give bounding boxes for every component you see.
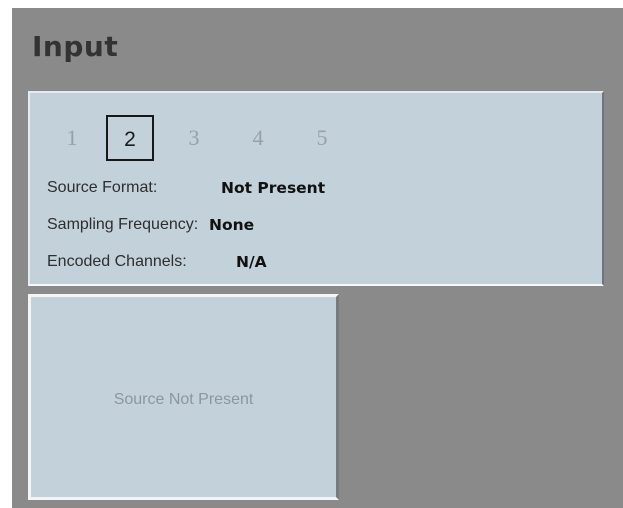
source-preview: Source Not Present — [28, 294, 339, 500]
source-format-label: Source Format: — [47, 179, 158, 196]
sampling-frequency-value: None — [209, 216, 255, 234]
input-window: Input 1 2 3 4 5 Source Format: Not Prese… — [12, 8, 623, 508]
page-title: Input — [32, 30, 119, 63]
tab-input-4[interactable]: 4 — [234, 115, 282, 161]
source-format-row: Source Format: Not Present — [47, 179, 325, 197]
sampling-frequency-label: Sampling Frequency: — [47, 216, 199, 233]
tab-input-1[interactable]: 1 — [48, 115, 96, 161]
encoded-channels-row: Encoded Channels: N/A — [47, 253, 267, 271]
input-info-panel: 1 2 3 4 5 Source Format: Not Present Sam… — [28, 91, 604, 286]
tab-input-2[interactable]: 2 — [106, 115, 154, 161]
encoded-channels-label: Encoded Channels: — [47, 253, 187, 270]
sampling-frequency-row: Sampling Frequency: None — [47, 216, 254, 234]
tab-input-3[interactable]: 3 — [170, 115, 218, 161]
tab-input-5[interactable]: 5 — [298, 115, 346, 161]
source-status-text: Source Not Present — [113, 391, 254, 408]
source-format-value: Not Present — [221, 179, 326, 197]
encoded-channels-value: N/A — [236, 253, 267, 271]
